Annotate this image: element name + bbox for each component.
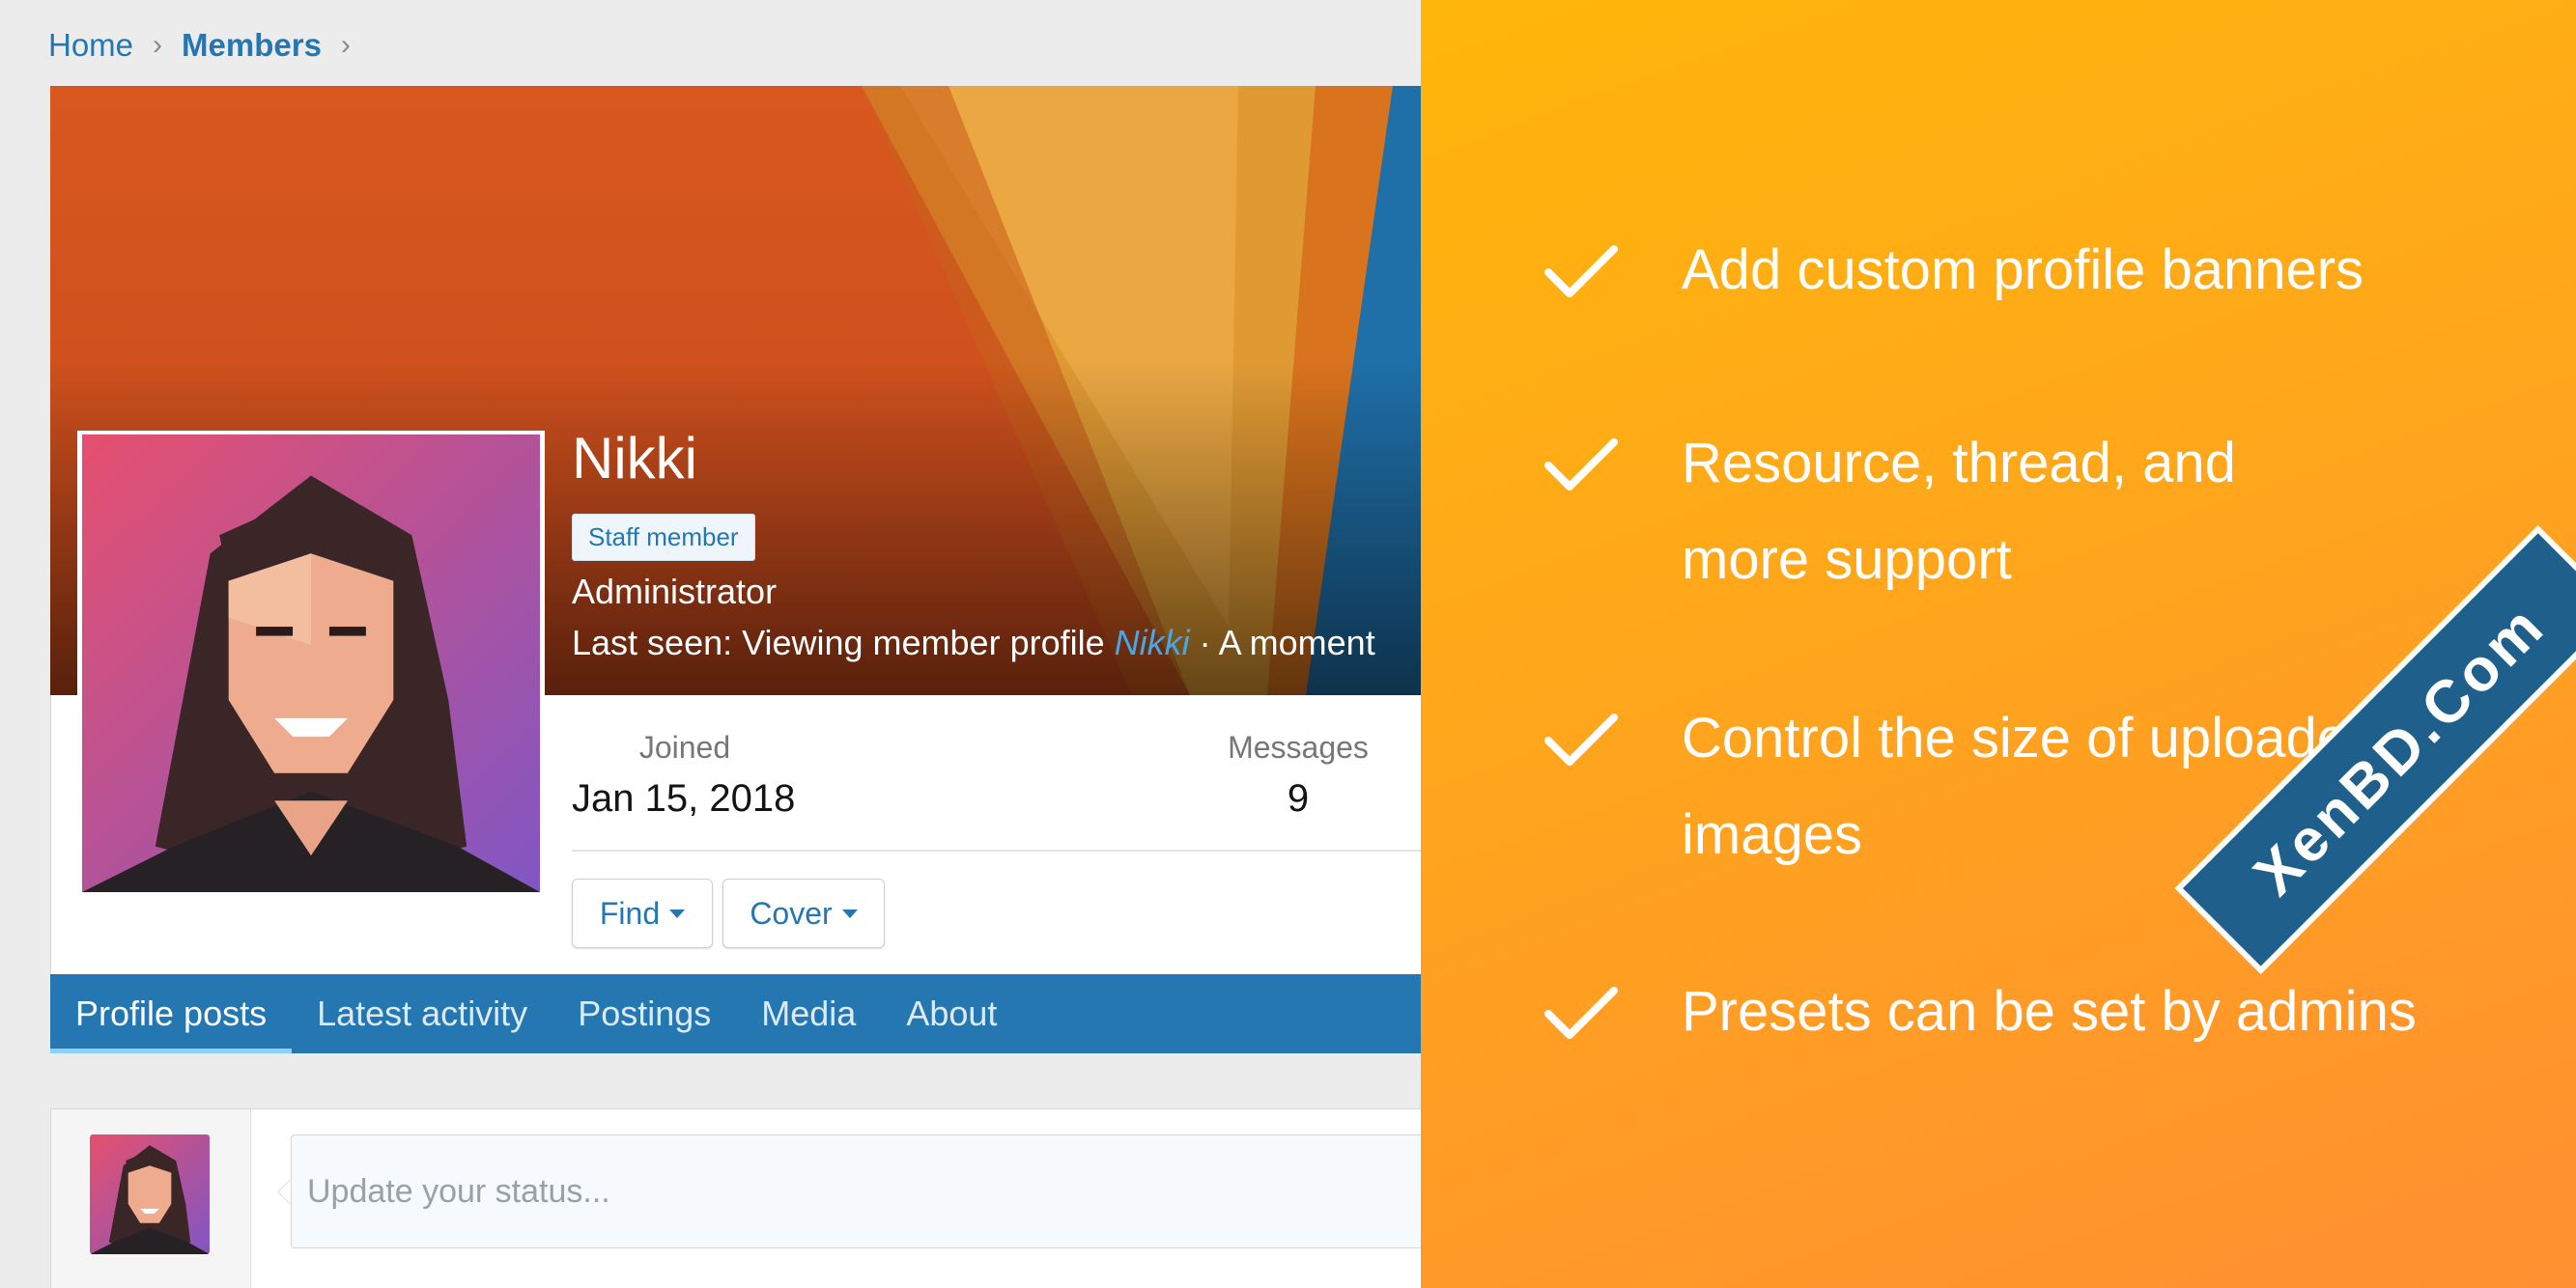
status-avatar-area [51, 1109, 251, 1288]
check-icon [1544, 438, 1618, 490]
feature-text: Presets can be set by admins [1682, 980, 2417, 1043]
messages-value[interactable]: 9 [1202, 777, 1395, 821]
joined-value: Jan 15, 2018 [572, 777, 796, 820]
tab-latest-activity[interactable]: Latest activity [292, 974, 552, 1053]
tab-media[interactable]: Media [736, 974, 881, 1053]
check-icon [1544, 714, 1618, 766]
stat-messages: Messages 9 [1202, 730, 1395, 821]
user-title: Administrator [572, 572, 778, 611]
breadcrumb-members[interactable]: Members [182, 27, 322, 64]
status-input[interactable] [291, 1134, 1421, 1248]
profile-divider [572, 850, 1421, 852]
breadcrumb: Home › Members › [48, 27, 370, 64]
feature-item: Presets can be set by admins [1421, 964, 2551, 1060]
last-seen-prefix: Last seen: Viewing member profile [572, 623, 1115, 662]
check-icon [1544, 987, 1618, 1039]
joined-label: Joined [638, 730, 731, 765]
forum-profile-screenshot: Home › Members › Nikki Staff member Admi… [0, 0, 1421, 1288]
profile-name: Nikki [572, 426, 697, 490]
status-update-box [50, 1108, 1421, 1288]
messages-label: Messages [1228, 730, 1369, 765]
chevron-right-icon: › [153, 29, 163, 61]
breadcrumb-home[interactable]: Home [48, 27, 133, 64]
tab-profile-posts[interactable]: Profile posts [50, 974, 293, 1053]
last-seen-suffix: · A moment [1189, 623, 1375, 662]
feature-text: Add custom profile banners [1682, 238, 2364, 301]
stat-joined: Joined Jan 15, 2018 [572, 730, 798, 821]
last-seen: Last seen: Viewing member profile Nikki … [572, 623, 1375, 663]
staff-badge: Staff member [572, 514, 755, 561]
tab-about[interactable]: About [881, 974, 1022, 1053]
tab-postings[interactable]: Postings [552, 974, 736, 1053]
chevron-right-icon: › [340, 29, 351, 61]
cover-button[interactable]: Cover [722, 879, 885, 948]
feature-panel: Add custom profile banners Resource, thr… [1421, 0, 2576, 1288]
feature-text: Resource, thread, and more support [1682, 432, 2236, 591]
find-button[interactable]: Find [572, 879, 713, 948]
cover-button-label: Cover [750, 895, 833, 931]
profile-tabs: Profile posts Latest activity Postings M… [50, 974, 1421, 1053]
feature-item: Add custom profile banners [1421, 222, 2551, 319]
find-button-label: Find [599, 895, 661, 931]
caret-down-icon [841, 909, 858, 918]
caret-down-icon [669, 909, 686, 918]
status-avatar[interactable] [90, 1134, 210, 1254]
last-seen-link[interactable]: Nikki [1115, 623, 1190, 662]
feature-item: Resource, thread, and more support [1421, 415, 2338, 608]
check-icon [1544, 245, 1618, 297]
profile-avatar[interactable] [77, 431, 545, 896]
